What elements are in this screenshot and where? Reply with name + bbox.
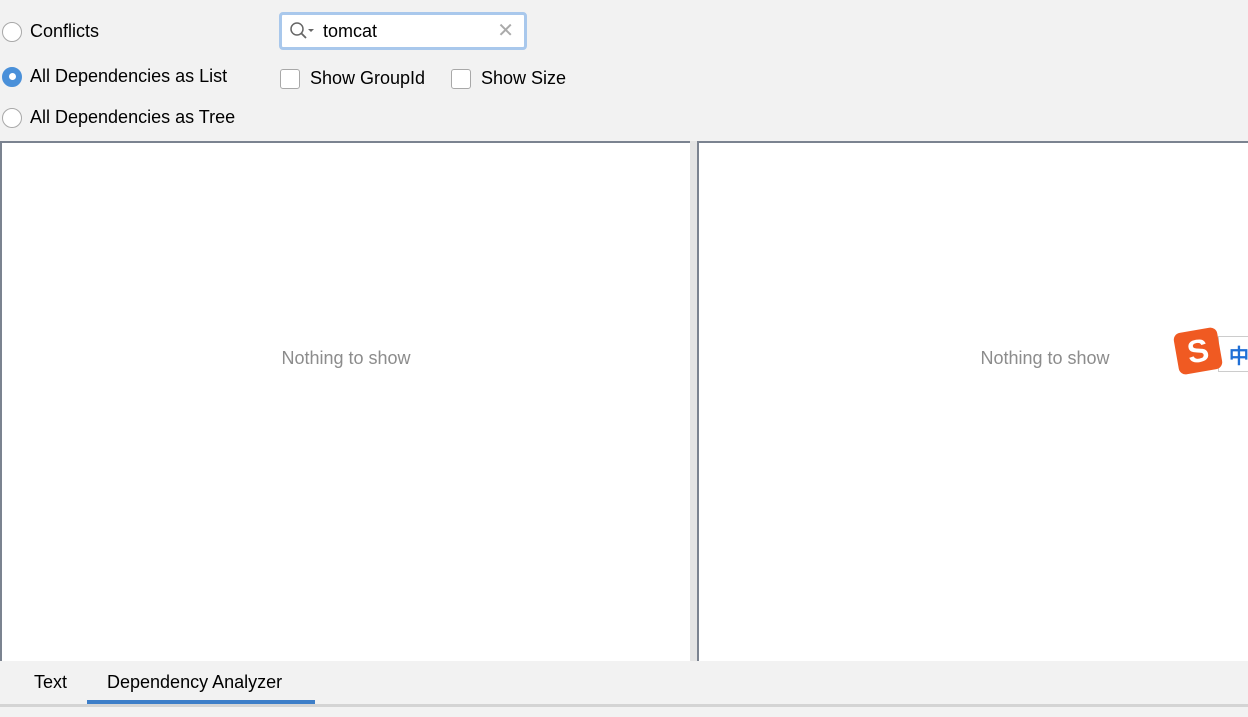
search-icon[interactable] bbox=[289, 21, 315, 41]
empty-message: Nothing to show bbox=[980, 348, 1110, 368]
ime-mode-indicator[interactable]: 中 bbox=[1218, 336, 1248, 372]
show-groupid-checkbox[interactable]: Show GroupId bbox=[280, 68, 425, 89]
tab-text[interactable]: Text bbox=[34, 672, 67, 693]
ime-mode: 中 bbox=[1229, 345, 1248, 368]
checkbox-label: Show GroupId bbox=[310, 68, 426, 88]
checkbox-box[interactable] bbox=[451, 68, 471, 89]
radio-label: Conflicts bbox=[30, 21, 100, 41]
dependency-list-panel[interactable]: Nothing to show bbox=[0, 141, 690, 661]
close-icon[interactable]: ✕ bbox=[497, 21, 514, 41]
radio-all-dependencies-list[interactable]: All Dependencies as List bbox=[2, 66, 227, 87]
search-input[interactable] bbox=[323, 20, 483, 42]
checkbox-box[interactable] bbox=[280, 68, 300, 89]
radio-all-dependencies-tree[interactable]: All Dependencies as Tree bbox=[2, 107, 235, 128]
radio-label: All Dependencies as List bbox=[30, 66, 228, 86]
dependency-detail-panel[interactable]: Nothing to show bbox=[697, 141, 1248, 661]
checkbox-label: Show Size bbox=[481, 68, 567, 88]
radio-circle[interactable] bbox=[2, 21, 22, 42]
radio-circle[interactable] bbox=[2, 66, 22, 87]
radio-conflicts[interactable]: Conflicts bbox=[2, 21, 99, 42]
divider bbox=[0, 704, 1248, 707]
search-field[interactable]: ✕ bbox=[279, 12, 527, 50]
splitter[interactable] bbox=[690, 141, 697, 661]
ime-logo-icon[interactable]: S bbox=[1172, 326, 1224, 376]
show-size-checkbox[interactable]: Show Size bbox=[451, 68, 566, 89]
radio-circle[interactable] bbox=[2, 107, 22, 128]
tab-dependency-analyzer[interactable]: Dependency Analyzer bbox=[107, 672, 282, 693]
radio-label: All Dependencies as Tree bbox=[30, 107, 236, 127]
empty-message: Nothing to show bbox=[281, 348, 411, 368]
